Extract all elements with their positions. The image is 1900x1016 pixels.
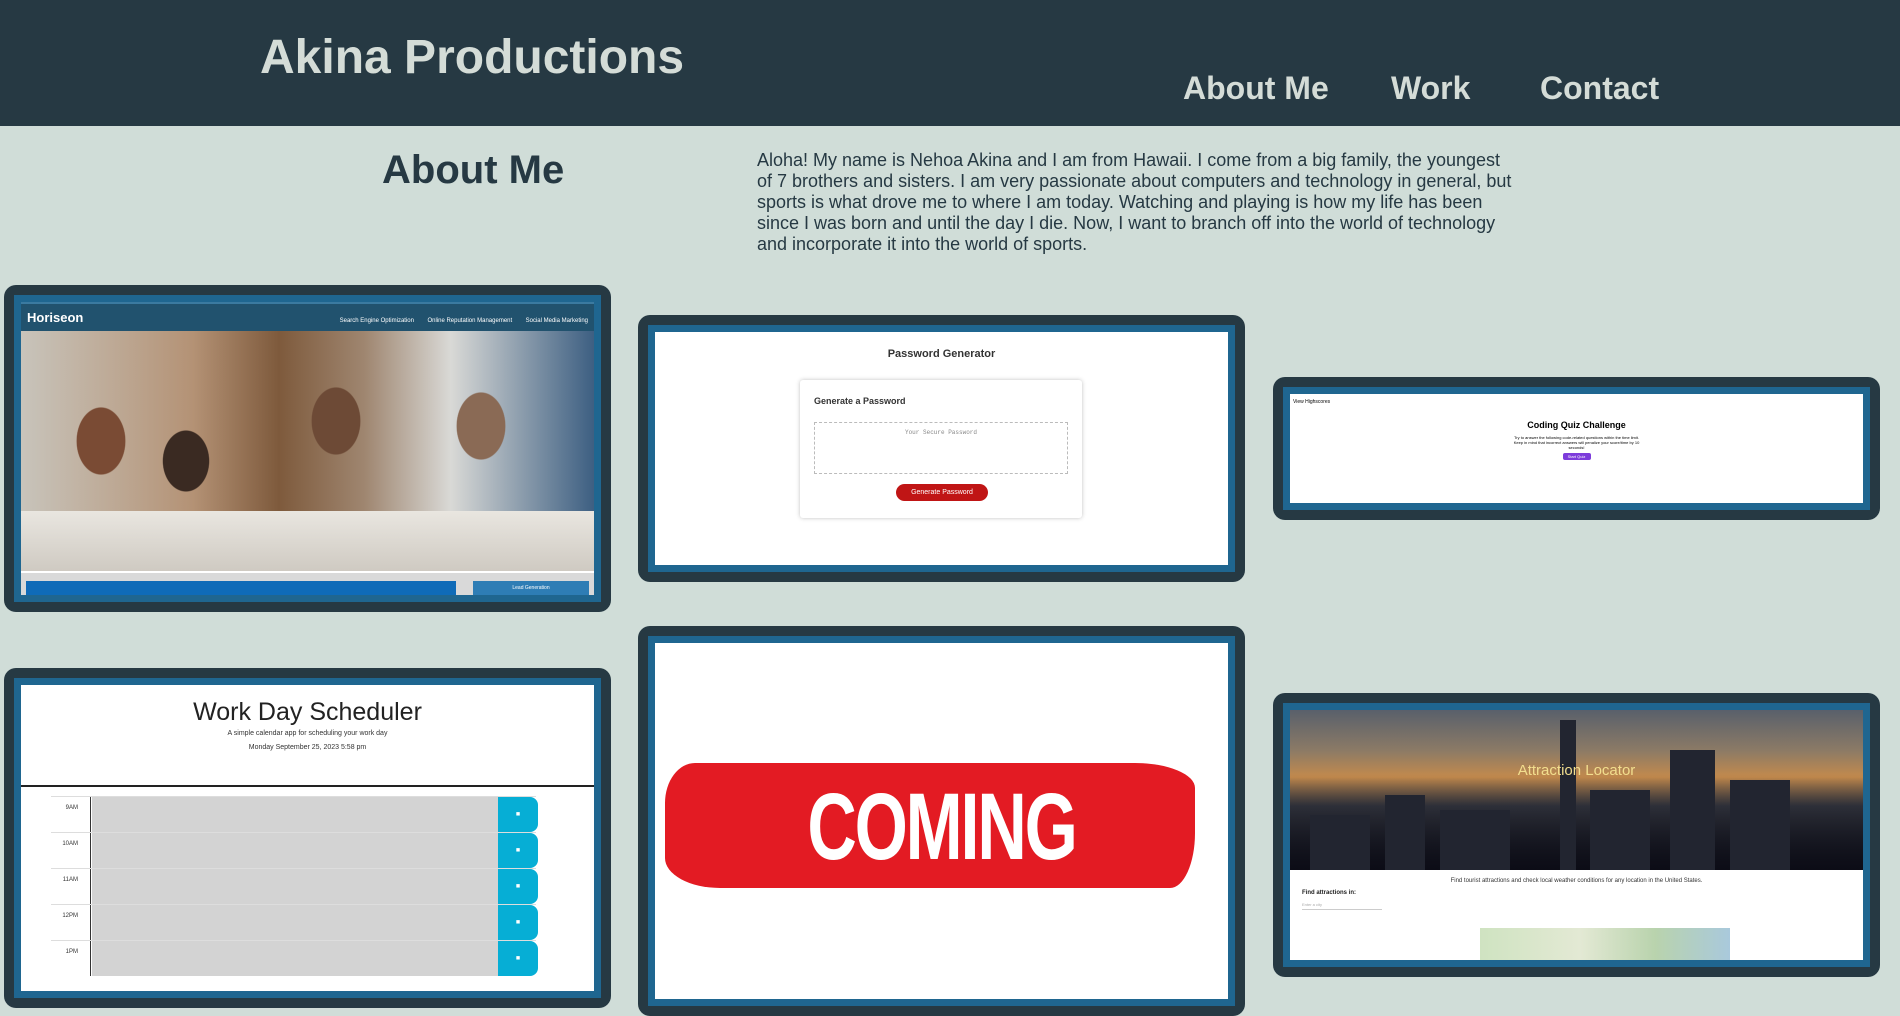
hour-label: 1PM	[51, 941, 91, 976]
scheduler-row: 1PM ■	[51, 940, 538, 976]
horiseon-header: Horiseon Search Engine Optimization Onli…	[21, 302, 594, 331]
coming-soon-text: COMING SOON	[807, 774, 1077, 989]
save-icon: ■	[498, 833, 538, 868]
project-screenshot-coming-soon: COMING SOON	[648, 636, 1235, 1006]
nav-about-me[interactable]: About Me	[1183, 70, 1329, 107]
city-input: Enter a city	[1302, 902, 1382, 910]
about-heading: About Me	[382, 148, 565, 192]
save-icon: ■	[498, 905, 538, 940]
password-textarea: Your Secure Password	[814, 422, 1068, 474]
password-card: Generate a Password Your Secure Password…	[800, 380, 1082, 518]
project-card-horiseon[interactable]: Horiseon Search Engine Optimization Onli…	[4, 285, 611, 612]
event-textarea	[92, 869, 498, 904]
save-icon: ■	[498, 869, 538, 904]
password-title: Password Generator	[887, 348, 996, 360]
nav-work[interactable]: Work	[1391, 70, 1470, 107]
site-header: Akina Productions About Me Work Contact	[0, 0, 1900, 126]
scheduler-row: 9AM ■	[51, 796, 538, 832]
event-textarea	[92, 941, 498, 976]
project-card-work-day-scheduler[interactable]: Work Day Scheduler A simple calendar app…	[4, 668, 611, 1008]
scheduler-date: Monday September 25, 2023 5:58 pm	[248, 744, 367, 751]
save-icon: ■	[498, 797, 538, 832]
horiseon-nav-item: Social Media Marketing	[525, 317, 588, 324]
project-screenshot-attraction-locator: Attraction Locator Find tourist attracti…	[1283, 703, 1870, 967]
horiseon-nav: Search Engine Optimization Online Reputa…	[331, 309, 588, 327]
hour-label: 9AM	[51, 797, 91, 832]
nav-contact[interactable]: Contact	[1540, 70, 1659, 107]
project-card-password-generator[interactable]: Password Generator Generate a Password Y…	[638, 315, 1245, 582]
event-textarea	[92, 833, 498, 868]
map-preview	[1480, 928, 1730, 960]
about-text: Aloha! My name is Nehoa Akina and I am f…	[757, 150, 1512, 254]
project-card-coding-quiz[interactable]: View Highscores Coding Quiz Challenge Tr…	[1273, 377, 1880, 520]
project-card-coming-soon[interactable]: COMING SOON	[638, 626, 1245, 1016]
scheduler-row: 12PM ■	[51, 904, 538, 940]
project-screenshot-work-day-scheduler: Work Day Scheduler A simple calendar app…	[14, 678, 601, 998]
horiseon-footer-bar: Lead Generation	[21, 573, 594, 595]
site-title: Akina Productions	[260, 31, 685, 84]
project-card-attraction-locator[interactable]: Attraction Locator Find tourist attracti…	[1273, 693, 1880, 977]
attraction-title: Attraction Locator	[1517, 762, 1636, 779]
quiz-description: Try to answer the following code-related…	[1513, 435, 1640, 450]
horiseon-nav-item: Online Reputation Management	[427, 317, 513, 324]
project-screenshot-coding-quiz: View Highscores Coding Quiz Challenge Tr…	[1283, 387, 1870, 510]
event-textarea	[92, 905, 498, 940]
hour-label: 12PM	[51, 905, 91, 940]
attraction-description: Find tourist attractions and check local…	[1450, 878, 1703, 884]
horiseon-logo: Horiseon	[27, 310, 84, 325]
scheduler-title: Work Day Scheduler	[193, 698, 422, 726]
horiseon-hero-image	[21, 331, 594, 571]
save-icon: ■	[498, 941, 538, 976]
event-textarea	[92, 797, 498, 832]
project-screenshot-horiseon: Horiseon Search Engine Optimization Onli…	[14, 295, 601, 602]
view-highscores-link: View Highscores	[1293, 399, 1331, 405]
start-quiz-button: Start Quiz	[1562, 453, 1591, 460]
password-card-heading: Generate a Password	[814, 396, 906, 406]
horiseon-nav-item: Search Engine Optimization	[339, 317, 414, 324]
quiz-title: Coding Quiz Challenge	[1527, 420, 1626, 430]
scheduler-row: 10AM ■	[51, 832, 538, 868]
hour-label: 10AM	[51, 833, 91, 868]
scheduler-subtitle: A simple calendar app for scheduling you…	[227, 730, 388, 737]
find-attractions-label: Find attractions in:	[1302, 890, 1356, 896]
generate-password-button: Generate Password	[896, 484, 988, 501]
hour-label: 11AM	[51, 869, 91, 904]
project-screenshot-password-generator: Password Generator Generate a Password Y…	[648, 325, 1235, 572]
city-skyline-image: Attraction Locator	[1290, 710, 1863, 870]
horiseon-lead-button: Lead Generation	[473, 581, 589, 595]
scheduler-row: 11AM ■	[51, 868, 538, 904]
